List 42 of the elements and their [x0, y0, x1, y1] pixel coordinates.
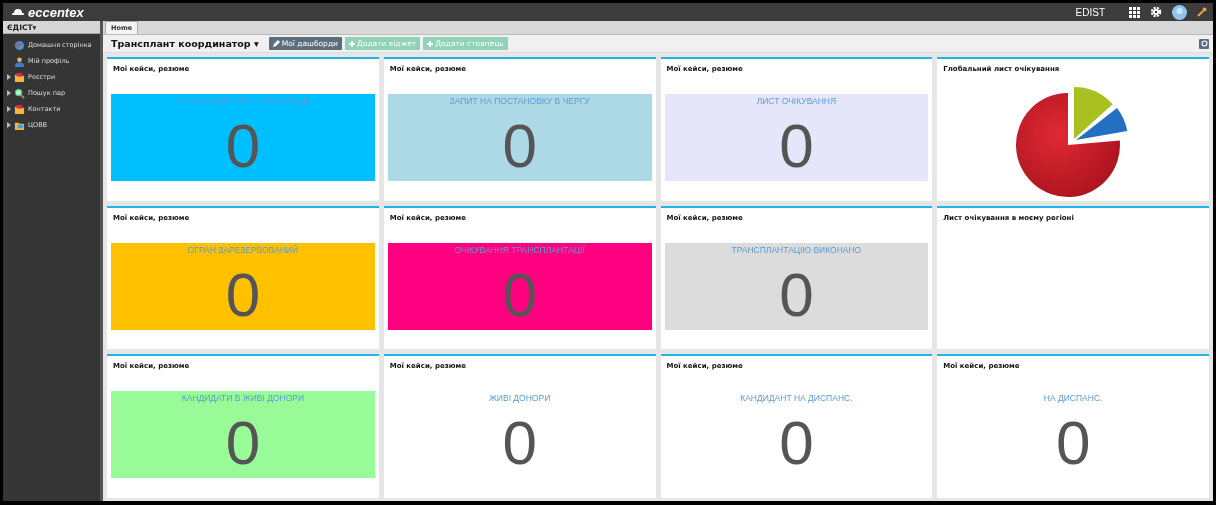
refresh-button[interactable] — [1199, 38, 1209, 49]
plus-icon — [427, 40, 434, 47]
counter-label: НА ДИСПАНС. — [1043, 393, 1103, 404]
expand-icon[interactable] — [7, 106, 11, 112]
dashboard-title[interactable]: Трансплант координатор ▾ — [111, 38, 259, 49]
hat-icon — [11, 6, 25, 18]
counter-value: 0 — [502, 115, 537, 177]
counter-label: ОЧІКУВАННЯ ТРАНСПЛАНТАЦІЇ — [454, 244, 585, 255]
user-name[interactable]: EDIST — [1075, 6, 1105, 18]
pencil-icon — [272, 40, 280, 47]
counter-value: 0 — [1055, 412, 1091, 475]
counter-value: 0 — [225, 115, 261, 177]
refresh-icon — [1200, 40, 1208, 47]
expand-icon[interactable] — [7, 122, 11, 128]
counter-value: 0 — [779, 115, 814, 177]
counter-label: ЛИСТ ОЧІКУВАННЯ — [756, 96, 837, 106]
settings-icon[interactable] — [1150, 6, 1162, 18]
folder-icon — [14, 103, 25, 115]
counter-label: ОРГАНИ ДЛЯ ТРАНСПЛАНТАЦІЇ — [178, 96, 308, 106]
counter-label: ЖИВІ ДОНОРИ — [489, 393, 551, 404]
folder-icon — [14, 71, 25, 83]
counter-label: ОГРАН ЗАРЕЗЕРВОВАНИЙ — [187, 244, 299, 255]
expand-icon[interactable] — [7, 74, 11, 80]
counter-value: 0 — [502, 263, 537, 326]
counter-label: ЗАПИТ НА ПОСТАНОВКУ В ЧЕРГУ — [449, 96, 590, 106]
person-icon — [14, 55, 25, 67]
globe-icon — [14, 39, 25, 51]
counter-value: 0 — [779, 412, 814, 475]
plus-icon — [348, 40, 355, 47]
counter-value: 0 — [225, 263, 261, 326]
counter-label: КАНДИДАТИ В ЖИВІ ДОНОРИ — [181, 393, 305, 404]
expand-icon[interactable] — [7, 90, 11, 96]
counter-label: ТРАНСПЛАНТАЦІЮ ВИКОНАНО — [731, 244, 862, 255]
avatar-icon[interactable] — [1172, 4, 1187, 20]
counter-label: КАНДИДАНТ НА ДИСПАНС. — [740, 393, 853, 404]
grid-icon[interactable] — [1129, 6, 1140, 18]
wrench-icon[interactable] — [1197, 7, 1207, 17]
counter-value: 0 — [779, 263, 814, 326]
counter-value: 0 — [502, 412, 537, 475]
counter-value: 0 — [225, 412, 261, 475]
logo-text: eccentex — [28, 4, 84, 20]
magnifier-icon — [14, 87, 25, 99]
